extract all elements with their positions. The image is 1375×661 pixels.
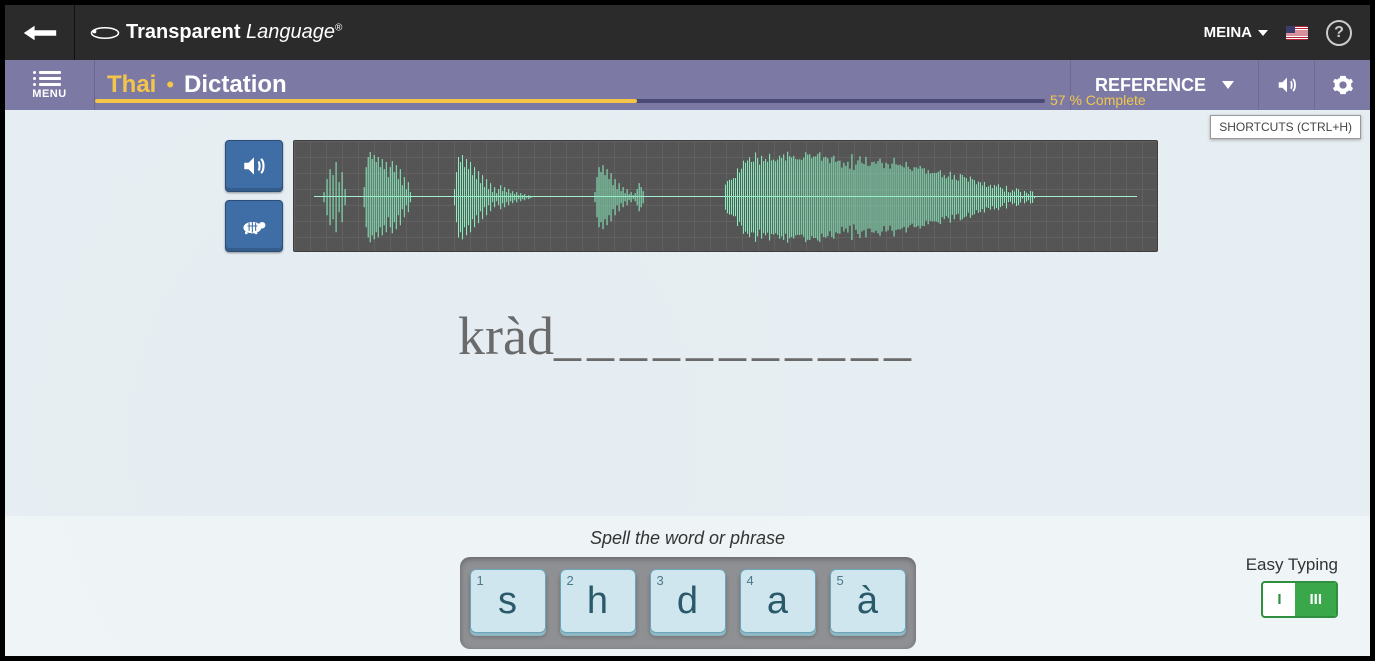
key-char: à [857, 580, 878, 623]
mute-button[interactable] [1258, 60, 1314, 110]
bottom-panel: Spell the word or phrase 1s2h3d4a5à Easy… [5, 516, 1370, 656]
key-char: s [498, 580, 517, 623]
logo-text-bold: Transparent [126, 21, 240, 43]
play-slow-button[interactable] [225, 200, 283, 252]
audio-panel [225, 140, 1158, 252]
play-audio-button[interactable] [225, 140, 283, 192]
typed-blanks: ___________ [554, 306, 917, 366]
shortcuts-tooltip: SHORTCUTS (CTRL+H) [1210, 115, 1361, 139]
letter-key-s[interactable]: 1s [470, 569, 546, 633]
key-char: a [767, 580, 788, 623]
arrow-left-icon [22, 22, 58, 44]
help-button[interactable]: ? [1326, 20, 1352, 46]
caret-down-icon [1258, 30, 1268, 36]
menu-button[interactable]: MENU [5, 60, 95, 110]
brand-logo: Transparent Language® [90, 21, 342, 44]
key-char: h [587, 580, 608, 623]
easy-typing-toggle[interactable]: I III [1261, 581, 1338, 618]
letter-key-a[interactable]: 4a [740, 569, 816, 633]
instruction-text: Spell the word or phrase [5, 516, 1370, 549]
speaker-icon [1276, 74, 1298, 96]
caret-down-icon [1222, 81, 1234, 89]
main-area: kràd___________ Spell the word or phrase… [5, 110, 1370, 656]
letter-key-à[interactable]: 5à [830, 569, 906, 633]
settings-button[interactable] [1314, 60, 1370, 110]
logo-text-ital: Language [240, 21, 335, 43]
title-mode: Dictation [184, 71, 287, 99]
toggle-off[interactable]: I [1263, 583, 1295, 616]
typed-answer: kràd___________ [5, 305, 1370, 367]
easy-typing-label: Easy Typing [1246, 555, 1338, 575]
turtle-icon [241, 213, 267, 239]
hamburger-icon [39, 71, 61, 86]
top-bar: Transparent Language® MEINA ? [5, 5, 1370, 60]
key-char: d [677, 580, 698, 623]
user-menu[interactable]: MEINA [1204, 24, 1268, 41]
waveform-display[interactable] [293, 140, 1158, 252]
speaker-icon [241, 153, 267, 179]
progress-fill [95, 99, 637, 103]
progress-bar [95, 99, 1045, 103]
language-flag-button[interactable] [1286, 26, 1308, 40]
letter-tray: 1s2h3d4a5à [460, 557, 916, 649]
gear-icon [1332, 74, 1354, 96]
letter-key-h[interactable]: 2h [560, 569, 636, 633]
back-button[interactable] [5, 5, 75, 60]
title-language: Thai [107, 71, 156, 99]
waveform-icon [314, 147, 1137, 247]
title-separator: • [166, 72, 174, 98]
key-number: 4 [747, 573, 754, 588]
easy-typing-control: Easy Typing I III [1246, 555, 1338, 618]
key-number: 5 [837, 573, 844, 588]
logo-registered: ® [335, 22, 342, 33]
typed-entered: kràd [458, 306, 554, 366]
letter-key-d[interactable]: 3d [650, 569, 726, 633]
progress-text: 57 % Complete [1050, 92, 1146, 108]
user-name: MEINA [1204, 24, 1252, 41]
toggle-on[interactable]: III [1295, 583, 1336, 616]
menu-label: MENU [32, 88, 66, 100]
key-number: 3 [657, 573, 664, 588]
key-number: 1 [477, 573, 484, 588]
key-number: 2 [567, 573, 574, 588]
logo-mark-icon [90, 23, 120, 43]
